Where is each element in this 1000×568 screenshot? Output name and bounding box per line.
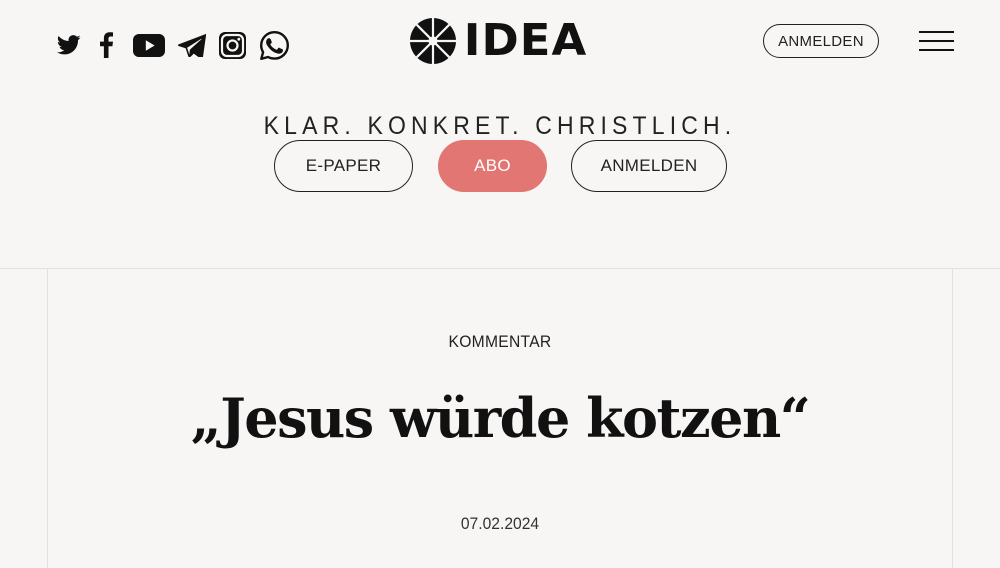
site-slogan: KLAR. KONKRET. CHRISTLICH. [263,112,737,140]
youtube-icon[interactable] [133,29,165,61]
login-button[interactable]: ANMELDEN [763,24,879,58]
twitter-icon[interactable] [56,29,82,61]
social-links [56,29,290,61]
epaper-button[interactable]: E-PAPER [274,140,413,192]
login-cta-button[interactable]: ANMELDEN [571,140,727,192]
telegram-icon[interactable] [178,29,206,61]
site-logo[interactable]: IDEA [409,17,586,65]
logo-emblem-icon [410,18,456,64]
logo-wordmark: IDEA [463,15,588,66]
instagram-icon[interactable] [219,29,246,61]
article-title: „Jesus würde kotzen“ [190,386,811,450]
article-date: 07.02.2024 [460,514,540,533]
abo-button[interactable]: ABO [438,140,547,192]
whatsapp-icon[interactable] [259,29,290,61]
article-container: KOMMENTAR „Jesus würde kotzen“ 07.02.202… [47,268,953,568]
article-category[interactable]: KOMMENTAR [84,332,916,352]
site-header: IDEA ANMELDEN KLAR. KONKRET. CHRISTLICH.… [0,0,1000,269]
hamburger-menu-icon[interactable] [919,31,954,51]
facebook-icon[interactable] [99,29,113,61]
